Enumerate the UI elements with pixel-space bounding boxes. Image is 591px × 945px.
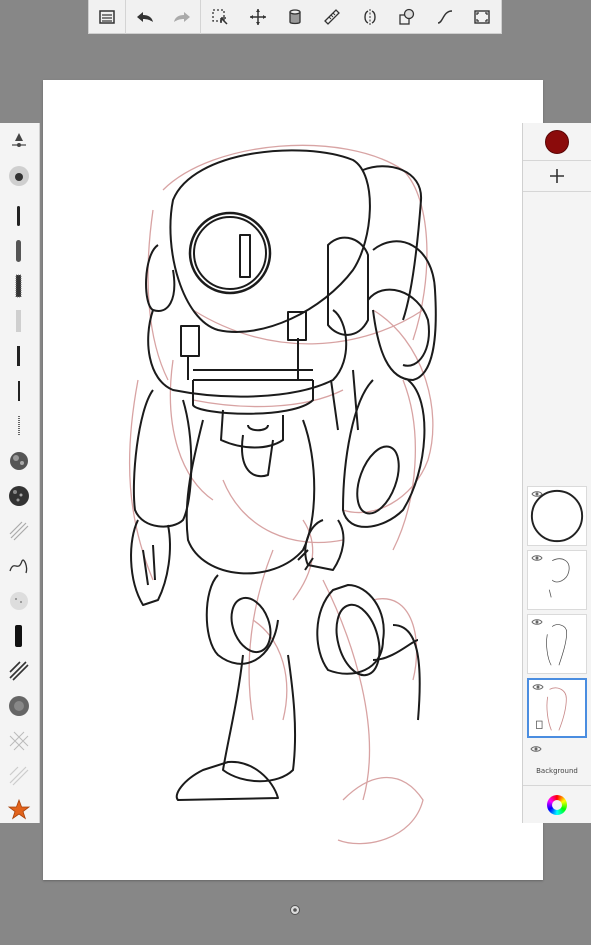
curve-icon (437, 9, 452, 24)
layer-2-thumbnail[interactable] (527, 550, 587, 610)
layers-list-button[interactable] (89, 0, 127, 34)
splatter-brush[interactable] (6, 448, 32, 474)
shapes-icon (399, 8, 415, 25)
ruler-button[interactable] (314, 0, 351, 34)
fill-bucket-button[interactable] (276, 0, 313, 34)
soft-marker-brush[interactable] (6, 238, 32, 264)
favorite-star-button[interactable] (6, 797, 32, 823)
fullscreen-button[interactable] (464, 0, 501, 34)
fill-bucket-icon (289, 8, 301, 24)
bold-marker-brush[interactable] (6, 623, 32, 649)
noise-brush[interactable] (6, 483, 32, 509)
pencil-brush[interactable] (6, 203, 32, 229)
texture-brush[interactable] (6, 763, 32, 789)
diagonal-hatch-brush[interactable] (6, 658, 32, 684)
transform-move-icon (249, 8, 266, 25)
black-lineart (130, 149, 437, 801)
layer-4-thumbnail[interactable] (527, 678, 587, 738)
eye-icon[interactable] (531, 490, 543, 498)
curve-button[interactable] (426, 0, 463, 34)
layer-3-thumbnail[interactable] (527, 614, 587, 674)
symmetry-icon (364, 8, 376, 25)
add-layer-button[interactable] (546, 165, 568, 187)
brush-palette (0, 123, 40, 823)
brush-slider-icon (12, 133, 26, 147)
layers-list-icon (99, 9, 115, 24)
favorite-star-icon (7, 798, 31, 820)
brush-slider-button[interactable] (6, 127, 32, 153)
background-layer[interactable]: Background (527, 742, 587, 802)
undo-icon (137, 11, 154, 22)
current-color-swatch[interactable] (545, 130, 569, 154)
eye-icon[interactable] (531, 554, 543, 562)
selection-button[interactable] (201, 0, 238, 34)
stipple-brush[interactable] (6, 693, 32, 719)
dotted-brush[interactable] (6, 413, 32, 439)
scribble-brush[interactable] (6, 553, 32, 579)
transform-move-button[interactable] (239, 0, 276, 34)
eye-icon[interactable] (530, 745, 542, 753)
canvas-settings-icon[interactable] (289, 904, 301, 916)
chalk-brush[interactable] (6, 273, 32, 299)
top-toolbar (88, 0, 502, 34)
divider (523, 160, 591, 161)
crosshatch-brush[interactable] (6, 728, 32, 754)
drawing-canvas[interactable] (43, 80, 543, 880)
selection-icon (212, 8, 228, 25)
layer-panel: Background (522, 123, 591, 823)
plus-icon (550, 169, 564, 183)
redo-icon (174, 11, 191, 22)
red-rough-sketch (128, 144, 434, 845)
shapes-button[interactable] (389, 0, 426, 34)
symmetry-button[interactable] (351, 0, 388, 34)
layer-1-thumbnail[interactable] (527, 486, 587, 546)
divider (523, 191, 591, 192)
robot-sketch-artwork (128, 144, 437, 845)
hatch-brush[interactable] (6, 518, 32, 544)
light-pencil-brush[interactable] (6, 308, 32, 334)
eye-icon[interactable] (532, 683, 544, 691)
fullscreen-icon (474, 9, 490, 24)
color-wheel-icon[interactable] (547, 795, 567, 815)
undo-button[interactable] (126, 0, 163, 34)
speckle-brush[interactable] (6, 588, 32, 614)
divider (523, 785, 591, 786)
airbrush[interactable] (6, 163, 32, 189)
fine-ink-brush[interactable] (6, 378, 32, 404)
redo-button[interactable] (164, 0, 202, 34)
background-layer-label: Background (536, 767, 578, 775)
eye-icon[interactable] (531, 618, 543, 626)
ink-brush[interactable] (6, 343, 32, 369)
ruler-icon (324, 8, 341, 25)
